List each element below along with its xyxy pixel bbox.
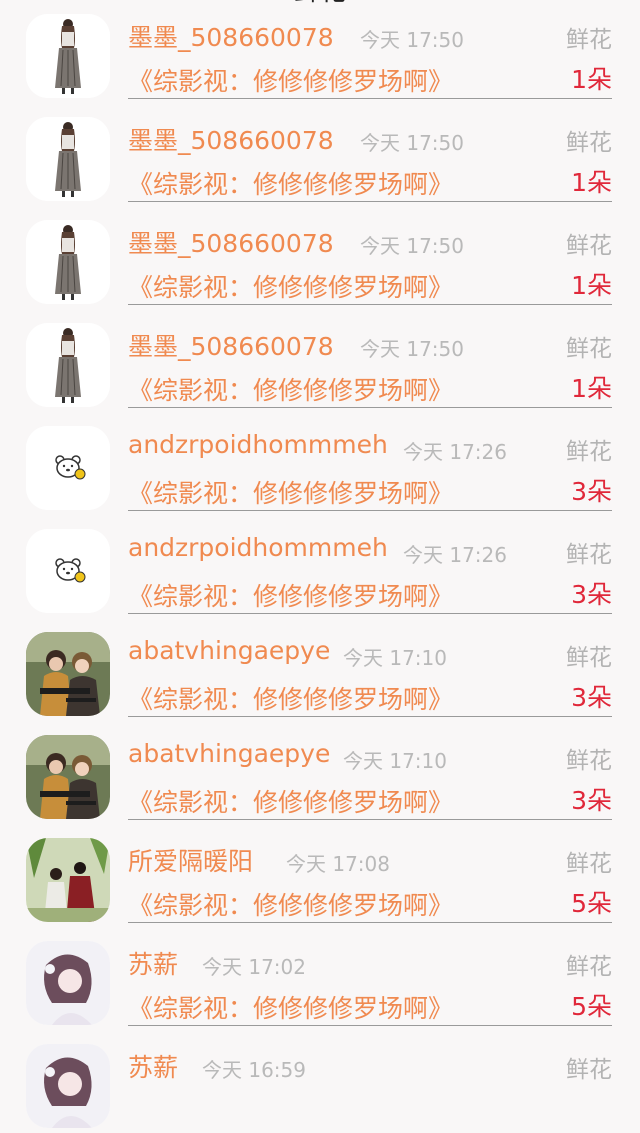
timestamp: 今天 17:50 — [360, 28, 464, 52]
book-title[interactable]: 《综影视：修修修修罗场啊》 — [128, 783, 453, 819]
gift-type: 鲜花 — [566, 748, 612, 774]
girl-portrait-icon — [26, 1044, 110, 1128]
avatar[interactable] — [26, 632, 110, 716]
avatar[interactable] — [26, 529, 110, 613]
divider — [128, 510, 612, 511]
book-title[interactable]: 《综影视：修修修修罗场啊》 — [128, 886, 453, 922]
book-title[interactable]: 《综影视：修修修修罗场啊》 — [128, 680, 453, 716]
divider — [128, 613, 612, 614]
gift-type: 鲜花 — [566, 336, 612, 362]
username[interactable]: 墨墨_508660078 — [128, 224, 334, 260]
gift-type: 鲜花 — [566, 233, 612, 259]
flower-count: 3朵 — [571, 580, 612, 609]
list-item[interactable]: 墨墨_508660078 今天 17:50 鲜花 《综影视：修修修修罗场啊》 1… — [0, 309, 640, 412]
flower-count: 1朵 — [571, 65, 612, 94]
gift-type: 鲜花 — [566, 27, 612, 53]
couple-photo-icon — [26, 632, 110, 716]
username[interactable]: 墨墨_508660078 — [128, 327, 334, 363]
username[interactable]: 墨墨_508660078 — [128, 121, 334, 157]
username[interactable]: 墨墨_508660078 — [128, 18, 334, 54]
divider — [128, 819, 612, 820]
book-title[interactable]: 《综影视：修修修修罗场啊》 — [128, 474, 453, 510]
timestamp: 今天 17:10 — [343, 646, 447, 670]
woman-illustration-icon — [26, 14, 110, 98]
gift-type: 鲜花 — [566, 130, 612, 156]
list-item[interactable]: abatvhingaepye 今天 17:10 鲜花 《综影视：修修修修罗场啊》… — [0, 618, 640, 721]
timestamp: 今天 17:02 — [202, 955, 306, 979]
timestamp: 今天 17:08 — [286, 852, 390, 876]
divider — [128, 716, 612, 717]
list-item[interactable]: 墨墨_508660078 今天 17:50 鲜花 《综影视：修修修修罗场啊》 1… — [0, 206, 640, 309]
flower-count: 5朵 — [571, 992, 612, 1021]
list-item[interactable]: 苏薪 今天 16:59 鲜花 — [0, 1030, 640, 1133]
gift-type: 鲜花 — [566, 439, 612, 465]
divider — [128, 922, 612, 923]
list-item[interactable]: 墨墨_508660078 今天 17:50 鲜花 《综影视：修修修修罗场啊》 1… — [0, 0, 640, 103]
timestamp: 今天 17:10 — [343, 749, 447, 773]
gift-type: 鲜花 — [566, 954, 612, 980]
timestamp: 今天 16:59 — [202, 1058, 306, 1082]
woman-illustration-icon — [26, 323, 110, 407]
avatar[interactable] — [26, 117, 110, 201]
timestamp: 今天 17:26 — [403, 543, 507, 567]
username[interactable]: 苏薪 — [128, 945, 178, 981]
gift-type: 鲜花 — [566, 851, 612, 877]
book-title[interactable]: 《综影视：修修修修罗场啊》 — [128, 989, 453, 1025]
divider — [128, 407, 612, 408]
divider — [128, 1025, 612, 1026]
username[interactable]: andzrpoidhommmeh — [128, 533, 388, 562]
avatar[interactable] — [26, 838, 110, 922]
girl-portrait-icon — [26, 941, 110, 1025]
timestamp: 今天 17:50 — [360, 337, 464, 361]
list-item[interactable]: abatvhingaepye 今天 17:10 鲜花 《综影视：修修修修罗场啊》… — [0, 721, 640, 824]
gift-type: 鲜花 — [566, 645, 612, 671]
flower-count: 1朵 — [571, 271, 612, 300]
flower-count: 3朵 — [571, 786, 612, 815]
book-title[interactable]: 《综影视：修修修修罗场啊》 — [128, 371, 453, 407]
book-title[interactable]: 《综影视：修修修修罗场啊》 — [128, 165, 453, 201]
couple-photo-icon — [26, 735, 110, 819]
woman-illustration-icon — [26, 220, 110, 304]
list-item[interactable]: 墨墨_508660078 今天 17:50 鲜花 《综影视：修修修修罗场啊》 1… — [0, 103, 640, 206]
timestamp: 今天 17:50 — [360, 131, 464, 155]
avatar[interactable] — [26, 941, 110, 1025]
bear-icon — [26, 426, 110, 510]
flower-count: 3朵 — [571, 683, 612, 712]
list-item[interactable]: 所爱隔暖阳 今天 17:08 鲜花 《综影视：修修修修罗场啊》 5朵 — [0, 824, 640, 927]
list-item[interactable]: 苏薪 今天 17:02 鲜花 《综影视：修修修修罗场啊》 5朵 — [0, 927, 640, 1030]
bear-icon — [26, 529, 110, 613]
woman-illustration-icon — [26, 117, 110, 201]
book-title[interactable]: 《综影视：修修修修罗场啊》 — [128, 62, 453, 98]
gift-type: 鲜花 — [566, 1057, 612, 1083]
divider — [128, 201, 612, 202]
book-title[interactable]: 《综影视：修修修修罗场啊》 — [128, 577, 453, 613]
timestamp: 今天 17:26 — [403, 440, 507, 464]
flower-record-list: 墨墨_508660078 今天 17:50 鲜花 《综影视：修修修修罗场啊》 1… — [0, 0, 640, 1133]
avatar[interactable] — [26, 426, 110, 510]
list-item[interactable]: andzrpoidhommmeh 今天 17:26 鲜花 《综影视：修修修修罗场… — [0, 412, 640, 515]
username[interactable]: andzrpoidhommmeh — [128, 430, 388, 459]
avatar[interactable] — [26, 735, 110, 819]
avatar[interactable] — [26, 1044, 110, 1128]
list-item[interactable]: andzrpoidhommmeh 今天 17:26 鲜花 《综影视：修修修修罗场… — [0, 515, 640, 618]
ancient-couple-icon — [26, 838, 110, 922]
divider — [128, 98, 612, 99]
flower-count: 5朵 — [571, 889, 612, 918]
gift-type: 鲜花 — [566, 542, 612, 568]
timestamp: 今天 17:50 — [360, 234, 464, 258]
flower-count: 1朵 — [571, 168, 612, 197]
username[interactable]: abatvhingaepye — [128, 636, 330, 665]
flower-count: 1朵 — [571, 374, 612, 403]
flower-count: 3朵 — [571, 477, 612, 506]
avatar[interactable] — [26, 220, 110, 304]
username[interactable]: 所爱隔暖阳 — [128, 842, 253, 878]
username[interactable]: 苏薪 — [128, 1048, 178, 1084]
divider — [128, 304, 612, 305]
username[interactable]: abatvhingaepye — [128, 739, 330, 768]
avatar[interactable] — [26, 14, 110, 98]
avatar[interactable] — [26, 323, 110, 407]
book-title[interactable]: 《综影视：修修修修罗场啊》 — [128, 268, 453, 304]
